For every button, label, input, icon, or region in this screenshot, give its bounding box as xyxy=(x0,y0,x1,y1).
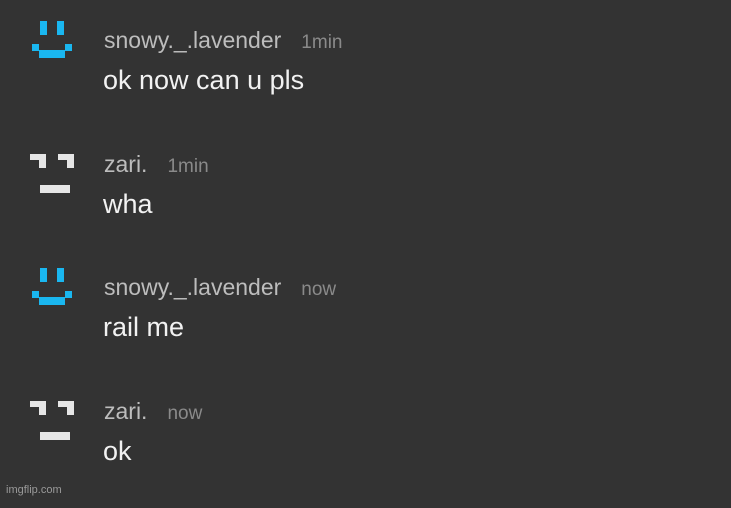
message-item: snowy._.lavender now rail me xyxy=(0,268,731,384)
avatar[interactable] xyxy=(30,401,74,445)
neutral-face-icon xyxy=(30,401,74,440)
message-item: zari. now ok xyxy=(0,398,731,508)
avatar[interactable] xyxy=(30,19,74,63)
avatar[interactable] xyxy=(30,266,74,310)
message-text: wha xyxy=(103,189,153,219)
message-item: snowy._.lavender 1min ok now can u pls xyxy=(0,21,731,137)
message-text: ok xyxy=(103,436,132,466)
message-header: zari. 1min xyxy=(104,151,209,178)
username[interactable]: zari. xyxy=(104,398,147,424)
message-header: snowy._.lavender now xyxy=(104,274,336,301)
watermark: imgflip.com xyxy=(6,484,62,496)
username[interactable]: zari. xyxy=(104,151,147,177)
timestamp: 1min xyxy=(301,32,343,53)
smile-face-icon xyxy=(32,21,72,58)
timestamp: now xyxy=(301,279,337,300)
username[interactable]: snowy._.lavender xyxy=(104,27,281,53)
avatar[interactable] xyxy=(30,154,74,198)
message-text: ok now can u pls xyxy=(103,65,305,95)
timestamp: now xyxy=(167,403,203,424)
message-header: zari. now xyxy=(104,398,202,425)
message-header: snowy._.lavender 1min xyxy=(104,27,342,54)
username[interactable]: snowy._.lavender xyxy=(104,274,281,300)
smile-face-icon xyxy=(32,268,72,305)
message-text: rail me xyxy=(103,312,185,342)
neutral-face-icon xyxy=(30,154,74,193)
message-item: zari. 1min wha xyxy=(0,151,731,261)
timestamp: 1min xyxy=(167,156,209,177)
